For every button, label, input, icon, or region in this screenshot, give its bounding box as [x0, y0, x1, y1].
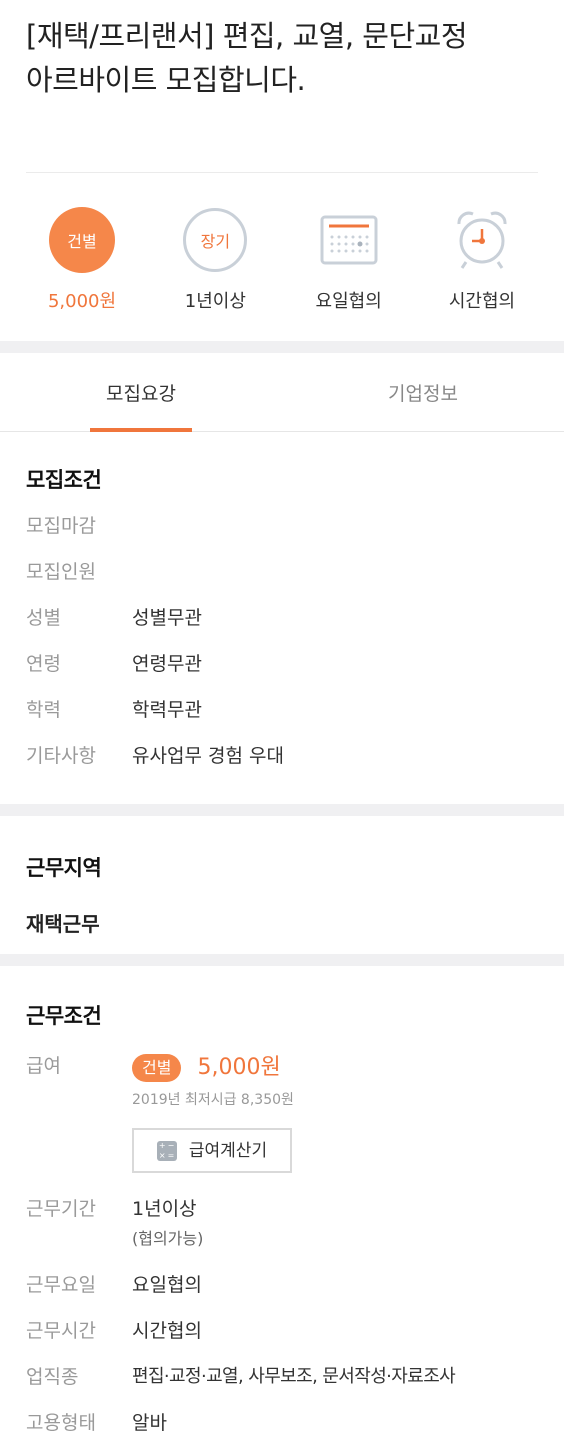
work-value: 편집·교정·교열, 사무보조, 문서작성·자료조사: [132, 1366, 456, 1387]
pay-amount: 5,000원: [197, 1055, 281, 1080]
work-value: 알바: [132, 1412, 167, 1434]
min-wage-note: 2019년 최저시급 8,350원: [132, 1092, 294, 1108]
summary-days-label: 요일협의: [315, 291, 382, 312]
summary-hours-label: 시간협의: [448, 291, 516, 312]
work-key: 업직종: [26, 1366, 79, 1388]
tab-recruit[interactable]: 모집요강: [0, 353, 282, 431]
condition-value: 유사업무 경험 우대: [132, 745, 284, 767]
summary-pay-amount: 5,000원: [47, 291, 117, 312]
period-note: (협의가능): [132, 1229, 204, 1248]
condition-value: 성별무관: [132, 607, 202, 629]
tab-company[interactable]: 기업정보: [282, 353, 564, 431]
condition-key: 연령: [26, 653, 61, 675]
work-value: 시간협의: [132, 1320, 202, 1342]
summary-period-label: 1년이상: [184, 291, 246, 312]
work-value: 건별 5,000원 2019년 최저시급 8,350원 급여계산기: [132, 1054, 294, 1173]
job-title: [재택/프리랜서] 편집, 교열, 문단교정 아르바이트 모집합니다.: [26, 14, 538, 102]
period-value: 1년이상: [132, 1198, 197, 1220]
job-summary: 건별 5,000원 장기 1년이상 요일협의 시간협의: [0, 173, 564, 341]
pay-type-badge: 건별: [132, 1054, 182, 1082]
condition-key: 모집마감: [26, 515, 96, 537]
condition-key: 모집인원: [26, 561, 96, 583]
work-key: 급여: [26, 1055, 61, 1077]
work-row-pay: 급여 건별 5,000원 2019년 최저시급 8,350원 급여계산기: [26, 1054, 538, 1173]
summary-pay: 건별 5,000원: [32, 207, 132, 341]
condition-key: 학력: [26, 699, 61, 721]
condition-row-age: 연령 연령무관: [26, 652, 538, 676]
work-value: 요일협의: [132, 1274, 202, 1296]
condition-value: 연령무관: [132, 653, 202, 675]
summary-hours: 시간협의: [432, 207, 532, 341]
section-title: 근무지역: [26, 856, 102, 880]
work-row-hours: 근무시간 시간협의: [26, 1319, 538, 1343]
work-row-job: 업직종 편집·교정·교열, 사무보조, 문서작성·자료조사: [26, 1365, 538, 1389]
job-title-line-2: 아르바이트 모집합니다.: [26, 63, 306, 97]
work-value: 1년이상 (협의가능): [132, 1197, 203, 1251]
summary-days: 요일협의: [299, 207, 399, 341]
work-key: 고용형태: [26, 1412, 96, 1434]
work-key: 근무요일: [26, 1274, 96, 1296]
work-row-days: 근무요일 요일협의: [26, 1273, 538, 1297]
condition-key: 성별: [26, 607, 61, 629]
section-title: 모집조건: [26, 468, 102, 492]
calendar-icon: [320, 215, 378, 265]
pay-type-badge: 건별: [49, 207, 115, 273]
work-key: 근무시간: [26, 1320, 96, 1342]
section-title: 근무조건: [26, 1004, 102, 1028]
work-row-type: 고용형태 알바: [26, 1411, 538, 1435]
work-conditions-section: 근무조건 급여 건별 5,000원 2019년 최저시급 8,350원 급여계산…: [0, 966, 564, 1435]
condition-row-education: 학력 학력무관: [26, 698, 538, 722]
section-gap: [0, 341, 564, 353]
work-region-value: 재택근무: [26, 912, 100, 936]
calculator-icon: [156, 1140, 177, 1161]
alarm-clock-icon: [457, 211, 507, 269]
work-key: 근무기간: [26, 1198, 96, 1220]
work-region-section: 근무지역 재택근무: [0, 816, 564, 954]
section-gap: [0, 954, 564, 966]
condition-row-deadline: 모집마감: [26, 514, 538, 538]
condition-key: 기타사항: [26, 745, 96, 767]
work-row-period: 근무기간 1년이상 (협의가능): [26, 1197, 538, 1251]
pay-calculator-button[interactable]: 급여계산기: [132, 1128, 292, 1173]
detail-tabs: 모집요강 기업정보: [0, 353, 564, 432]
condition-value: 학력무관: [132, 699, 202, 721]
job-title-block: [재택/프리랜서] 편집, 교열, 문단교정 아르바이트 모집합니다.: [0, 0, 564, 172]
active-tab-indicator: [90, 428, 192, 432]
summary-period: 장기 1년이상: [165, 207, 265, 341]
pay-calculator-label: 급여계산기: [188, 1140, 268, 1161]
condition-row-etc: 기타사항 유사업무 경험 우대: [26, 744, 538, 768]
recruit-conditions-section: 모집조건 모집마감 모집인원 성별 성별무관 연령 연령무관 학력 학력무관 기…: [0, 432, 564, 804]
section-gap: [0, 804, 564, 816]
condition-row-gender: 성별 성별무관: [26, 606, 538, 630]
condition-row-headcount: 모집인원: [26, 560, 538, 584]
period-badge: 장기: [183, 208, 248, 272]
job-title-line-1: [재택/프리랜서] 편집, 교열, 문단교정: [26, 19, 468, 53]
